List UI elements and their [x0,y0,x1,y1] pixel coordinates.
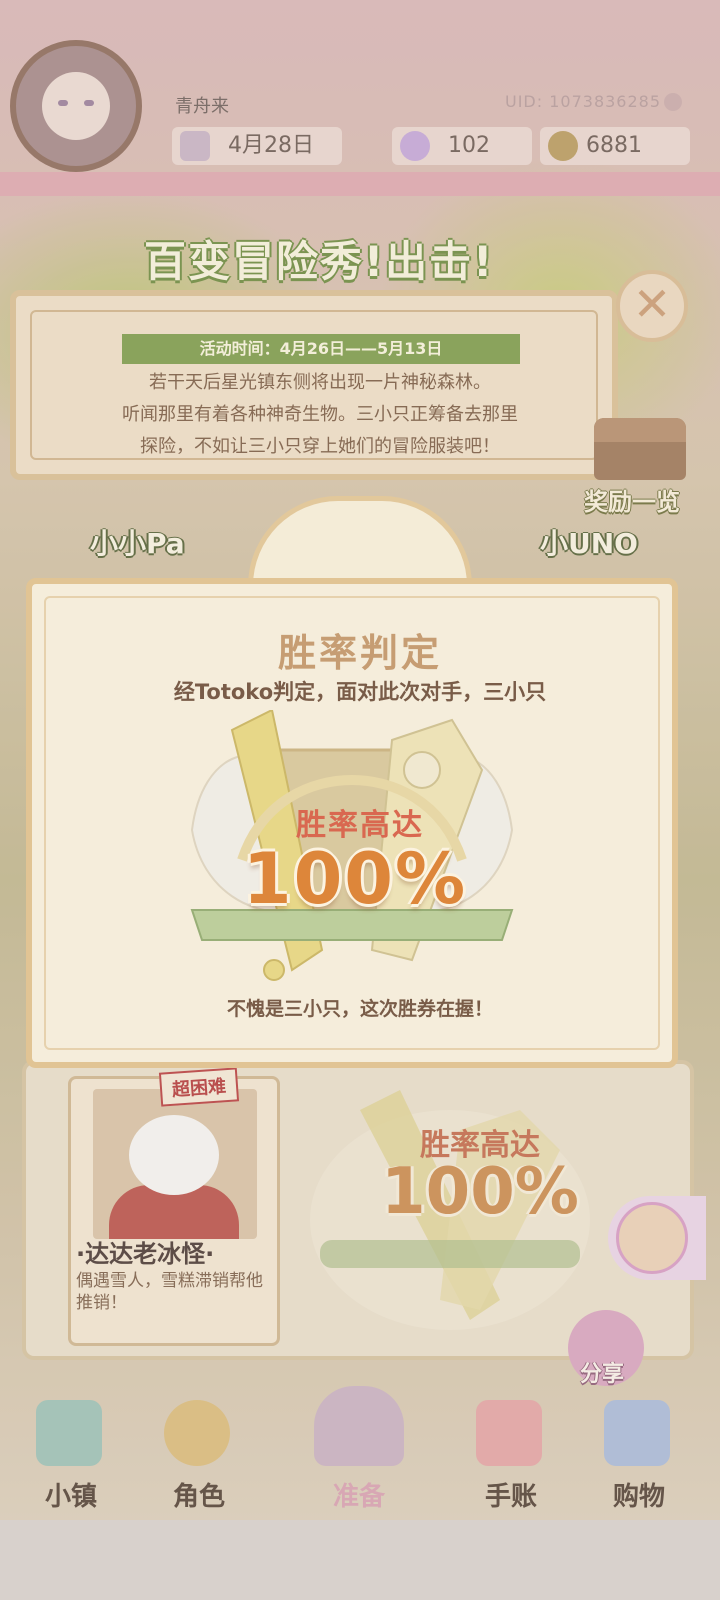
username: 青舟来 [175,96,229,117]
map-icon [36,1400,102,1466]
avatar-face [42,72,110,140]
gems-display[interactable]: 102 [392,127,532,165]
date-text: 4月28日 [228,133,314,158]
header-divider [0,172,720,196]
user-id: UID: 1073836285 [505,92,662,111]
opponent-description: 偶遇雪人，雪糕滞销帮他推销！ [76,1271,263,1313]
nav-label: 准备 [332,1482,385,1512]
opponent-name: ·达达老冰怪· [76,1240,215,1268]
nav-label: 手账 [484,1482,537,1512]
character-icon [164,1400,230,1466]
shopping-bag-icon [604,1400,670,1466]
nav-label: 小镇 [44,1482,97,1512]
activity-time: 活动时间：4月26日——5月13日 [122,334,520,364]
event-description-line: 探险，不如让三小只穿上她们的冒险服装吧！ [140,436,500,457]
event-description-line: 若干天后星光镇东侧将出现一片神秘森林。 [149,372,491,393]
dialog-footer: 不愧是三小只，这次胜券在握！ [226,998,493,1020]
avatar-eye-icon [84,100,94,106]
event-description-line: 听闻那里有着各种神奇生物。三小只正筹备去那里 [122,404,518,425]
calendar-icon [180,131,210,161]
date-display: 4月28日 [172,127,342,165]
reward-list-button[interactable]: 奖励一览 [584,482,680,517]
nav-label: 角色 [172,1482,225,1512]
nav-item-shopping[interactable]: 购物 [584,1390,694,1520]
nav-label: 购物 [612,1482,665,1512]
nav-item-town[interactable]: 小镇 [16,1390,126,1520]
event-title: 百变冒险秀!出击! [144,237,495,286]
assistant-button[interactable] [608,1196,706,1280]
assistant-avatar-icon [616,1202,688,1274]
nav-item-journal[interactable]: 手账 [456,1390,566,1520]
left-team-label: 小小Pa [90,527,185,560]
chest-lid [594,418,686,442]
nav-item-prepare[interactable]: 准备 [304,1386,414,1520]
player-avatar[interactable] [10,40,142,172]
reward-chest-icon[interactable] [594,418,686,480]
coins-count: 6881 [586,133,642,158]
copy-uid-icon[interactable] [664,93,682,111]
coin-icon [548,131,578,161]
coins-display[interactable]: 6881 [540,127,690,165]
bottom-navigation: 小镇 角色 准备 手账 购物 [0,1386,720,1520]
background-win-rate-value: 100% [381,1155,579,1229]
opponent-portrait [93,1089,257,1239]
close-icon: ✕ [632,277,672,331]
gems-count: 102 [448,133,490,158]
dialog-title: 胜率判定 [277,631,442,675]
snowman-icon [129,1115,219,1195]
avatar-eye-icon [58,100,68,106]
close-button[interactable]: ✕ [616,270,688,342]
share-button[interactable]: 分享 [580,1356,624,1388]
win-rate-value: 100% [242,838,468,920]
dialog-subtitle: 经Totoko判定，面对此次对手，三小只 [173,680,547,704]
journal-icon [476,1400,542,1466]
wardrobe-icon [314,1386,404,1466]
flower-gem-icon [400,131,430,161]
nav-item-character[interactable]: 角色 [144,1390,254,1520]
system-bar-area [0,1520,720,1600]
difficulty-stamp: 超困难 [158,1067,240,1107]
right-team-label: 小UNO [540,527,638,560]
